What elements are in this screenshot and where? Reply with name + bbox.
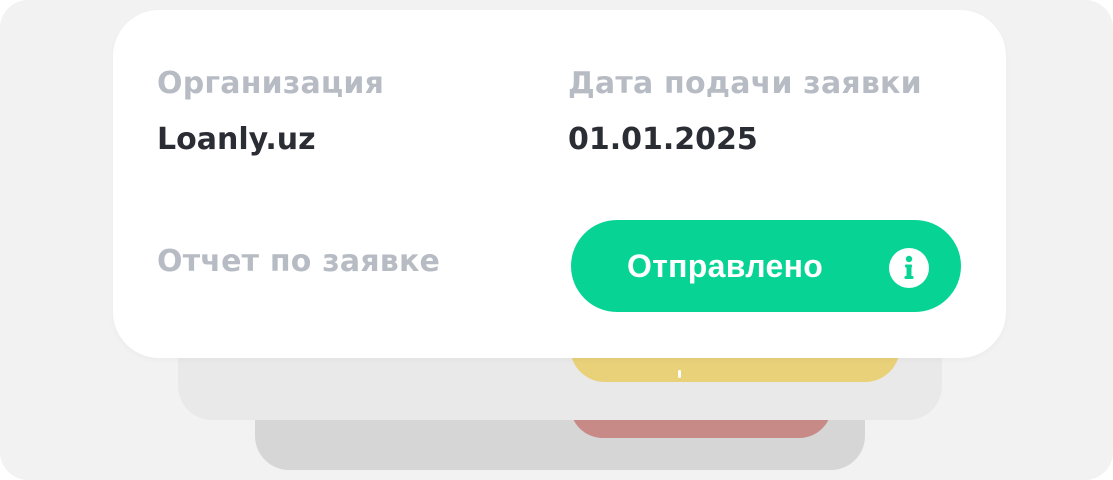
stacked-card-middle-pill-mark [678, 370, 681, 378]
organization-label: Организация [157, 66, 385, 101]
status-label: Отправлено [627, 248, 824, 284]
report-label: Отчет по заявке [157, 244, 441, 279]
status-button[interactable]: Отправлено [571, 220, 961, 312]
submission-date-value: 01.01.2025 [568, 122, 758, 157]
submission-date-label: Дата подачи заявки [568, 66, 922, 101]
organization-value: Loanly.uz [157, 122, 316, 157]
background-frame: Организация Loanly.uz Дата подачи заявки… [0, 0, 1113, 480]
info-icon[interactable] [889, 248, 929, 288]
application-card: Организация Loanly.uz Дата подачи заявки… [113, 10, 1006, 358]
